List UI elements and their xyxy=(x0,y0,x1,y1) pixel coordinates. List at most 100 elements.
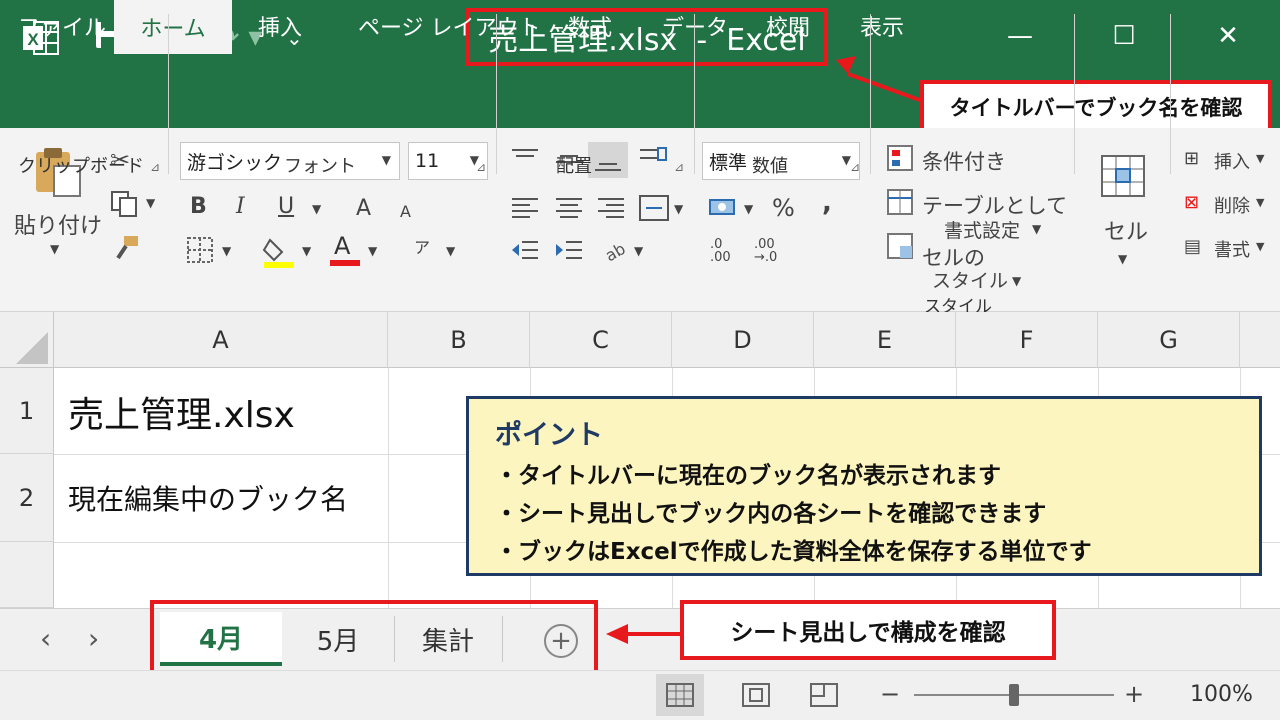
cell-styles-dropdown-icon[interactable]: ▼ xyxy=(1012,274,1021,288)
format-as-table-dropdown-icon[interactable]: ▼ xyxy=(1032,222,1041,236)
bold-button[interactable]: B xyxy=(190,194,207,219)
percent-button[interactable]: % xyxy=(772,194,795,222)
tab-data[interactable]: データ xyxy=(652,0,738,52)
sheet-tab-summary[interactable]: 集計 xyxy=(394,612,502,666)
merge-center-icon[interactable] xyxy=(638,194,670,222)
conditional-format-icon[interactable] xyxy=(886,144,916,174)
insert-cells-button[interactable]: 挿入 xyxy=(1214,148,1250,174)
wrap-text-icon[interactable] xyxy=(638,146,668,174)
comma-button[interactable]: , xyxy=(822,188,832,218)
copy-icon[interactable] xyxy=(110,190,140,218)
column-header-a[interactable]: A xyxy=(54,312,388,368)
paste-button[interactable]: 貼り付け xyxy=(14,208,102,240)
align-bottom-button[interactable] xyxy=(588,142,628,178)
sheet-tab-april[interactable]: 4月 xyxy=(160,612,282,666)
cells-button[interactable]: セル xyxy=(1104,214,1148,246)
format-as-table-icon[interactable] xyxy=(886,188,916,218)
grow-font-button[interactable]: A xyxy=(356,196,371,221)
underline-dropdown-icon[interactable]: ▼ xyxy=(312,202,321,216)
font-color-button[interactable]: A xyxy=(334,232,350,260)
delete-cells-button[interactable]: 削除 xyxy=(1214,192,1250,218)
fill-color-icon[interactable] xyxy=(262,234,296,268)
underline-button[interactable]: U xyxy=(278,194,294,219)
cells-icon[interactable] xyxy=(1100,154,1146,198)
format-dropdown-icon[interactable]: ▼ xyxy=(1256,240,1264,253)
shrink-font-button[interactable]: A xyxy=(400,202,411,221)
tab-file[interactable]: ファイル xyxy=(8,0,116,52)
italic-button[interactable]: I xyxy=(236,194,245,219)
column-header-b[interactable]: B xyxy=(388,312,530,368)
tab-view[interactable]: 表示 xyxy=(850,0,914,52)
select-all-button[interactable] xyxy=(0,312,54,368)
align-bottom-icon xyxy=(595,163,621,171)
sheet-tab-may[interactable]: 5月 xyxy=(282,612,394,666)
cells-dropdown-icon[interactable]: ▼ xyxy=(1118,252,1127,266)
tab-insert[interactable]: 挿入 xyxy=(248,0,312,52)
page-layout-view-button[interactable] xyxy=(732,674,780,716)
font-launcher-icon[interactable]: ⊿ xyxy=(476,160,486,174)
align-right-icon[interactable] xyxy=(596,196,626,220)
conditional-format-button[interactable]: 条件付き xyxy=(922,146,1006,176)
phonetic-button[interactable]: ア xyxy=(414,234,430,258)
orientation-icon[interactable]: ab xyxy=(600,236,630,264)
svg-text:ab: ab xyxy=(602,239,629,264)
borders-icon[interactable] xyxy=(186,236,214,264)
cell-styles-icon[interactable] xyxy=(886,232,916,262)
cell-a2[interactable]: 現在編集中のブック名 xyxy=(68,478,348,518)
tab-review[interactable]: 校閲 xyxy=(756,0,820,52)
normal-view-button[interactable] xyxy=(656,674,704,716)
fill-color-dropdown-icon[interactable]: ▼ xyxy=(302,244,311,258)
copy-dropdown-icon[interactable]: ▼ xyxy=(146,196,155,210)
zoom-in-button[interactable]: + xyxy=(1124,680,1144,708)
font-color-dropdown-icon[interactable]: ▼ xyxy=(368,244,377,258)
cell-a1[interactable]: 売上管理.xlsx xyxy=(68,386,295,438)
add-sheet-button[interactable]: + xyxy=(544,624,578,658)
merge-dropdown-icon[interactable]: ▼ xyxy=(674,202,683,216)
scroll-right-icon[interactable]: › xyxy=(88,622,99,655)
column-header-c[interactable]: C xyxy=(530,312,672,368)
row-header-2[interactable]: 2 xyxy=(0,454,54,542)
format-cells-button[interactable]: 書式 xyxy=(1214,236,1250,262)
point-note: ポイント ・タイトルバーに現在のブック名が表示されます ・シート見出しでブック内… xyxy=(466,396,1262,576)
tab-page-layout[interactable]: ページ レイアウト xyxy=(348,0,551,52)
delete-cells-icon[interactable]: ⊠ xyxy=(1184,192,1199,213)
increase-indent-icon[interactable] xyxy=(554,238,584,262)
align-center-icon[interactable] xyxy=(554,196,584,220)
decrease-decimal-button[interactable]: .00 →.0 xyxy=(754,238,777,264)
zoom-out-button[interactable]: − xyxy=(880,680,900,708)
align-top-icon[interactable] xyxy=(510,146,540,170)
delete-dropdown-icon[interactable]: ▼ xyxy=(1256,196,1264,209)
column-header-g[interactable]: G xyxy=(1098,312,1240,368)
tab-home[interactable]: ホーム xyxy=(114,0,232,54)
zoom-slider-thumb[interactable] xyxy=(1009,684,1019,706)
increase-decimal-button[interactable]: .0 .00 xyxy=(710,238,731,264)
format-cells-icon[interactable]: ▤ xyxy=(1184,236,1201,257)
page-break-view-button[interactable] xyxy=(800,674,848,716)
paste-dropdown-icon[interactable]: ▼ xyxy=(50,242,59,256)
row-header-1[interactable]: 1 xyxy=(0,368,54,454)
borders-dropdown-icon[interactable]: ▼ xyxy=(222,244,231,258)
column-header-f[interactable]: F xyxy=(956,312,1098,368)
maximize-button[interactable]: ☐ xyxy=(1104,16,1144,56)
zoom-level[interactable]: 100% xyxy=(1190,682,1253,707)
accounting-format-icon[interactable] xyxy=(708,196,738,222)
scroll-left-icon[interactable]: ‹ xyxy=(40,622,51,655)
minimize-button[interactable]: — xyxy=(1000,16,1040,56)
alignment-launcher-icon[interactable]: ⊿ xyxy=(674,160,684,174)
close-button[interactable]: ✕ xyxy=(1208,16,1248,56)
align-left-icon[interactable] xyxy=(510,196,540,220)
insert-dropdown-icon[interactable]: ▼ xyxy=(1256,152,1264,165)
insert-cells-icon[interactable]: ⊞ xyxy=(1184,148,1199,169)
clipboard-launcher-icon[interactable]: ⊿ xyxy=(150,160,160,174)
accounting-dropdown-icon[interactable]: ▼ xyxy=(744,202,753,216)
tab-formulas[interactable]: 数式 xyxy=(558,0,622,52)
tab-divider xyxy=(502,616,503,662)
orientation-dropdown-icon[interactable]: ▼ xyxy=(634,244,643,258)
column-header-d[interactable]: D xyxy=(672,312,814,368)
number-launcher-icon[interactable]: ⊿ xyxy=(850,160,860,174)
column-header-e[interactable]: E xyxy=(814,312,956,368)
format-painter-icon[interactable] xyxy=(112,234,140,262)
phonetic-dropdown-icon[interactable]: ▼ xyxy=(446,244,455,258)
row-header-3[interactable] xyxy=(0,542,54,608)
decrease-indent-icon[interactable] xyxy=(510,238,540,262)
